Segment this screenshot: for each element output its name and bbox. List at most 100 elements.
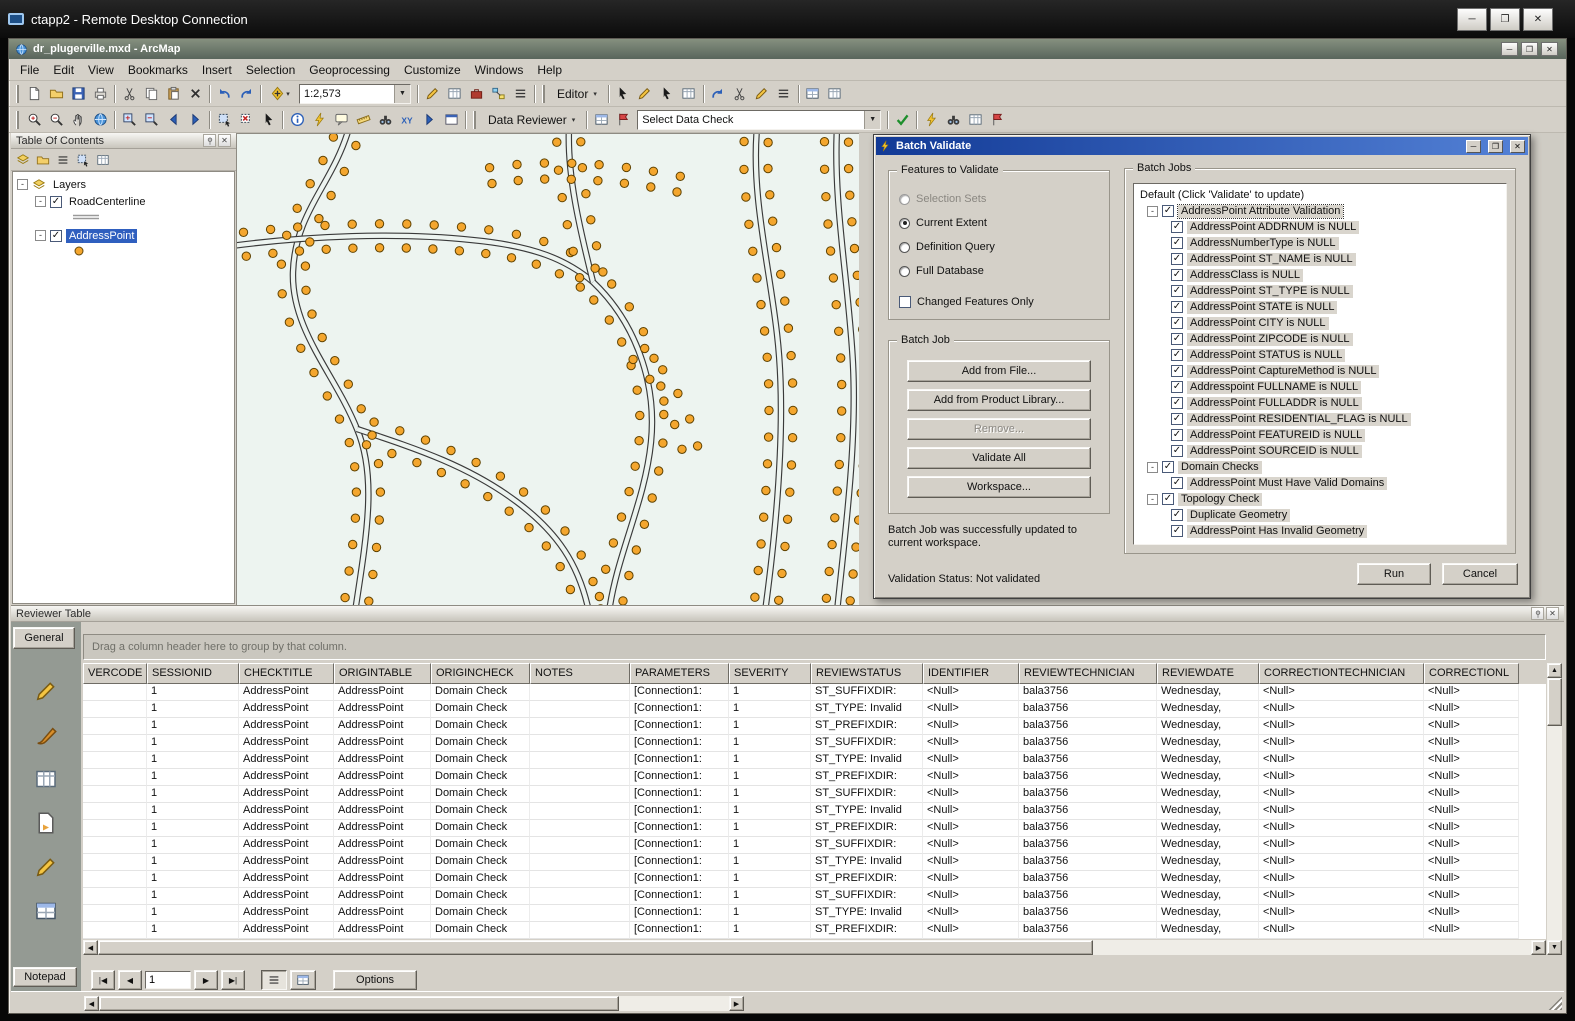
rotate-tool-button[interactable] xyxy=(707,83,729,105)
layer-symbol[interactable] xyxy=(71,245,101,260)
scroll-right-icon[interactable]: ▶ xyxy=(1531,940,1546,955)
menu-selection[interactable]: Selection xyxy=(239,60,302,80)
column-header-checktitle[interactable]: CHECKTITLE xyxy=(239,663,334,684)
table-button[interactable] xyxy=(443,83,465,105)
table-row[interactable]: 1AddressPointAddressPointDomain Check[Co… xyxy=(83,837,1546,854)
menu-insert[interactable]: Insert xyxy=(195,60,239,80)
reviewer-close-icon[interactable]: ✕ xyxy=(1546,607,1559,620)
undo-button[interactable] xyxy=(213,83,235,105)
layer-visibility-checkbox[interactable]: ✓ xyxy=(50,230,62,242)
last-record-button[interactable]: ▶| xyxy=(221,970,245,990)
clear-selection-button[interactable] xyxy=(235,109,257,131)
batch-validate-titlebar[interactable]: Batch Validate ─ ❐ ✕ xyxy=(876,137,1528,155)
lightning-tool-button[interactable] xyxy=(920,109,942,131)
tree-checkbox[interactable]: ✓ xyxy=(1171,381,1183,393)
column-header-correctionl[interactable]: CORRECTIONL xyxy=(1424,663,1519,684)
menu-view[interactable]: View xyxy=(81,60,121,80)
back-button[interactable] xyxy=(162,109,184,131)
column-header-reviewtechnician[interactable]: REVIEWTECHNICIAN xyxy=(1019,663,1157,684)
layer-symbol[interactable] xyxy=(71,211,101,226)
open-button[interactable] xyxy=(45,83,67,105)
open-table-button[interactable] xyxy=(802,83,824,105)
layer-visibility-checkbox[interactable]: ✓ xyxy=(50,196,62,208)
run-button[interactable]: Run xyxy=(1357,563,1431,585)
list-button[interactable] xyxy=(509,83,531,105)
arcmap-close-button[interactable]: ✕ xyxy=(1541,42,1558,56)
tree-checkbox[interactable]: ✓ xyxy=(1171,333,1183,345)
tree-item-addressclass-is-null[interactable]: AddressClass is NULL xyxy=(1187,269,1303,282)
tree-item-addresspoint-sourceid-is-null[interactable]: AddressPoint SOURCEID is NULL xyxy=(1187,445,1362,458)
forward-button[interactable] xyxy=(184,109,206,131)
validate-all-button[interactable]: Validate All xyxy=(907,447,1091,469)
add-from-file-button[interactable]: Add from File... xyxy=(907,360,1091,382)
scroll-down-icon[interactable]: ▼ xyxy=(1547,940,1562,955)
attribute-table-button[interactable] xyxy=(31,896,61,926)
batch-jobs-default-item[interactable]: Default (Click 'Validate' to update) xyxy=(1137,187,1506,203)
select-features-button[interactable] xyxy=(213,109,235,131)
tree-item-addresspoint-featureid-is-null[interactable]: AddressPoint FEATUREID is NULL xyxy=(1187,429,1365,442)
window-horizontal-scrollbar[interactable]: ◀ ▶ xyxy=(84,996,744,1011)
toc-close-icon[interactable]: ✕ xyxy=(218,134,231,147)
menu-customize[interactable]: Customize xyxy=(397,60,468,80)
attributes-button[interactable] xyxy=(678,83,700,105)
table-row[interactable]: 1AddressPointAddressPointDomain Check[Co… xyxy=(83,871,1546,888)
scroll-left-icon[interactable]: ◀ xyxy=(83,940,98,955)
page-select-button[interactable] xyxy=(31,808,61,838)
list-by-drawing-order-icon[interactable] xyxy=(14,151,32,169)
table-row[interactable]: 1AddressPointAddressPointDomain Check[Co… xyxy=(83,854,1546,871)
cut-button[interactable] xyxy=(118,83,140,105)
tab-notepad[interactable]: Notepad xyxy=(13,967,77,987)
column-header-reviewstatus[interactable]: REVIEWSTATUS xyxy=(811,663,923,684)
tree-item-duplicate-geometry[interactable]: Duplicate Geometry xyxy=(1187,509,1290,522)
tree-item-addresspoint-residential-flag-is-null[interactable]: AddressPoint RESIDENTIAL_FLAG is NULL xyxy=(1187,413,1411,426)
tree-checkbox[interactable]: ✓ xyxy=(1171,509,1183,521)
pencil-button[interactable] xyxy=(421,83,443,105)
table-row[interactable]: 1AddressPointAddressPointDomain Check[Co… xyxy=(83,752,1546,769)
hyperlink-button[interactable] xyxy=(308,109,330,131)
fixed-zoom-in-button[interactable] xyxy=(118,109,140,131)
paintbrush-button[interactable] xyxy=(31,720,61,750)
rdp-close-button[interactable]: ✕ xyxy=(1523,8,1553,31)
tree-checkbox[interactable]: ✓ xyxy=(1171,349,1183,361)
tree-checkbox[interactable]: ✓ xyxy=(1171,285,1183,297)
toc-root-label[interactable]: Layers xyxy=(50,178,89,192)
hscroll-thumb[interactable] xyxy=(98,940,1093,955)
column-header-parameters[interactable]: PARAMETERS xyxy=(630,663,729,684)
menu-file[interactable]: File xyxy=(13,60,46,80)
first-record-button[interactable]: |◀ xyxy=(91,970,115,990)
tree-checkbox[interactable]: ✓ xyxy=(1171,253,1183,265)
tree-item-addresspoint-st-name-is-null[interactable]: AddressPoint ST_NAME is NULL xyxy=(1187,253,1356,266)
fixed-zoom-out-button[interactable] xyxy=(140,109,162,131)
menu-help[interactable]: Help xyxy=(530,60,569,80)
tree-checkbox[interactable]: ✓ xyxy=(1171,525,1183,537)
tree-item-addresspoint-has-invalid-geometry[interactable]: AddressPoint Has Invalid Geometry xyxy=(1187,525,1367,538)
find-button[interactable] xyxy=(374,109,396,131)
toc-pin-icon[interactable] xyxy=(203,134,216,147)
cancel-button[interactable]: Cancel xyxy=(1442,563,1518,585)
workspace-button[interactable]: Workspace... xyxy=(907,476,1091,498)
tree-item-addresspoint-fullname-is-null[interactable]: Addresspoint FULLNAME is NULL xyxy=(1187,381,1361,394)
tree-item-addresspoint-status-is-null[interactable]: AddressPoint STATUS is NULL xyxy=(1187,349,1345,362)
radio-definition-query[interactable] xyxy=(899,242,910,253)
menu-edit[interactable]: Edit xyxy=(46,60,81,80)
layer-roadcenterline[interactable]: RoadCenterline xyxy=(66,195,148,209)
delete-button[interactable] xyxy=(184,83,206,105)
column-header-reviewdate[interactable]: REVIEWDATE xyxy=(1157,663,1259,684)
toolbar-grip[interactable] xyxy=(16,111,19,129)
options-button[interactable]: Options xyxy=(333,970,417,990)
tree-checkbox[interactable]: ✓ xyxy=(1171,301,1183,313)
tree-item-addresspoint-city-is-null[interactable]: AddressPoint CITY is NULL xyxy=(1187,317,1329,330)
paste-button[interactable] xyxy=(162,83,184,105)
tree-item-addresspoint-state-is-null[interactable]: AddressPoint STATE is NULL xyxy=(1187,301,1337,314)
tree-item-addresspoint-fulladdr-is-null[interactable]: AddressPoint FULLADDR is NULL xyxy=(1187,397,1362,410)
copy-button[interactable] xyxy=(140,83,162,105)
sketch-tool-button[interactable] xyxy=(634,83,656,105)
table-horizontal-scrollbar[interactable]: ◀ ▶ xyxy=(83,940,1546,955)
tree-item-addresspoint-attribute-validation[interactable]: AddressPoint Attribute Validation xyxy=(1178,205,1343,218)
vscroll-thumb[interactable] xyxy=(1547,678,1562,726)
zoom-in-button[interactable] xyxy=(23,109,45,131)
tree-checkbox[interactable]: ✓ xyxy=(1171,365,1183,377)
table-row[interactable]: 1AddressPointAddressPointDomain Check[Co… xyxy=(83,905,1546,922)
tree-checkbox[interactable]: ✓ xyxy=(1171,445,1183,457)
column-header-severity[interactable]: SEVERITY xyxy=(729,663,811,684)
